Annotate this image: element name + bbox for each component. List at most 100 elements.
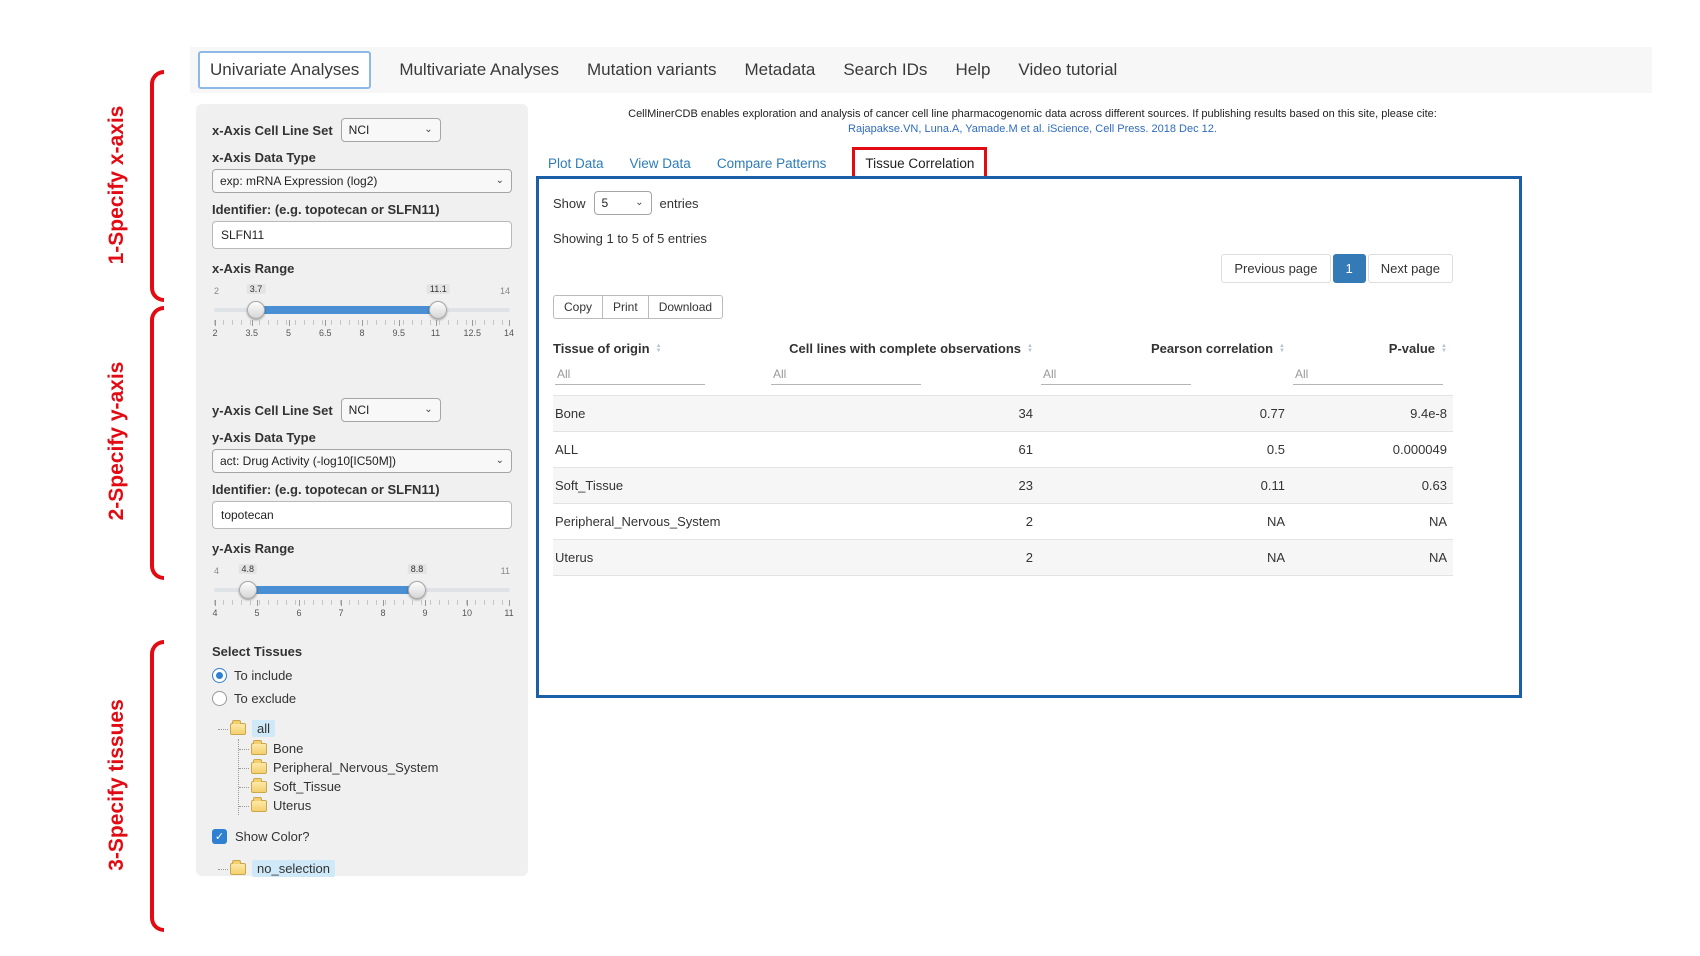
entries-select[interactable]: 5 ⌄ (594, 191, 652, 215)
x-axis-range-slider: 2 14 3.7 11.1 2 3.5 5 6.5 8 9.5 11 12.5 … (214, 284, 510, 346)
sort-icon[interactable]: ▲▼ (656, 344, 662, 354)
x-cell-line-set-select[interactable]: NCI ⌄ (341, 118, 441, 142)
cell-pvalue: 0.63 (1291, 478, 1453, 493)
tab-compare-patterns[interactable]: Compare Patterns (717, 156, 827, 171)
x-cell-line-set-label: x-Axis Cell Line Set (212, 123, 333, 138)
nav-tab-search-ids[interactable]: Search IDs (843, 60, 927, 80)
table-row[interactable]: Bone 34 0.77 9.4e-8 (553, 395, 1453, 431)
x-axis-tick: 8 (349, 328, 375, 338)
cell-count: 61 (769, 442, 1039, 457)
column-header-tissue[interactable]: Tissue of origin ▲▼ (553, 341, 769, 356)
entries-label: entries (660, 196, 699, 211)
copy-button[interactable]: Copy (553, 295, 603, 319)
table-row[interactable]: Uterus 2 NA NA (553, 539, 1453, 575)
show-color-checkbox-row[interactable]: ✓ Show Color? (212, 829, 512, 844)
to-exclude-radio[interactable]: To exclude (212, 691, 512, 706)
tree-node-label: Soft_Tissue (273, 779, 341, 794)
x-identifier-input[interactable] (212, 221, 512, 249)
previous-page-button[interactable]: Previous page (1221, 254, 1330, 283)
tree-node-no-selection[interactable]: no_selection (218, 858, 512, 879)
x-slider-bar[interactable] (256, 306, 438, 314)
table-filter-row (553, 362, 1453, 395)
download-button[interactable]: Download (648, 295, 723, 319)
next-page-button[interactable]: Next page (1368, 254, 1453, 283)
cell-pvalue: 0.000049 (1291, 442, 1453, 457)
x-slider-handle-high[interactable] (429, 301, 447, 319)
tree-node-uterus[interactable]: Uterus (239, 796, 512, 815)
nav-tab-video-tutorial[interactable]: Video tutorial (1018, 60, 1117, 80)
nav-tab-univariate-analyses[interactable]: Univariate Analyses (198, 51, 371, 89)
filter-input-tissue[interactable] (555, 364, 705, 385)
filter-input-pearson[interactable] (1041, 364, 1191, 385)
tree-node-bone[interactable]: Bone (239, 739, 512, 758)
tissue-tree: all Bone Peripheral_Nervous_System Soft_… (218, 718, 512, 815)
annotation-step1: 1-Specify x-axis (105, 65, 129, 305)
column-header-label: P-value (1389, 341, 1435, 356)
cell-tissue: Peripheral_Nervous_System (553, 514, 769, 529)
x-slider-handle-low[interactable] (247, 301, 265, 319)
y-data-type-select[interactable]: act: Drug Activity (-log10[IC50M]) ⌄ (212, 449, 512, 473)
table-row[interactable]: Peripheral_Nervous_System 2 NA NA (553, 503, 1453, 539)
nav-tab-multivariate-analyses[interactable]: Multivariate Analyses (399, 60, 559, 80)
sort-icon[interactable]: ▲▼ (1027, 344, 1033, 354)
y-identifier-input[interactable] (212, 501, 512, 529)
select-tissues-title: Select Tissues (212, 644, 512, 659)
chevron-down-icon: ⌄ (496, 176, 504, 186)
tree-node-peripheral-nervous-system[interactable]: Peripheral_Nervous_System (239, 758, 512, 777)
y-slider-handle-low[interactable] (239, 581, 257, 599)
y-cell-line-set-select[interactable]: NCI ⌄ (341, 398, 441, 422)
sort-icon[interactable]: ▲▼ (1441, 344, 1447, 354)
filter-input-pvalue[interactable] (1293, 364, 1443, 385)
x-range-min-label: 2 (214, 286, 219, 296)
show-color-label: Show Color? (235, 829, 309, 844)
x-data-type-select[interactable]: exp: mRNA Expression (log2) ⌄ (212, 169, 512, 193)
y-range-min-label: 4 (214, 566, 219, 576)
page-number-button[interactable]: 1 (1333, 254, 1366, 283)
show-label: Show (553, 196, 586, 211)
x-slider-ticks: 2 3.5 5 6.5 8 9.5 11 12.5 14 (202, 328, 522, 338)
nav-tab-help[interactable]: Help (955, 60, 990, 80)
sort-icon[interactable]: ▲▼ (1279, 344, 1285, 354)
y-data-type-label: y-Axis Data Type (212, 430, 512, 445)
table-row[interactable]: Soft_Tissue 23 0.11 0.63 (553, 467, 1453, 503)
sidebar-controls: x-Axis Cell Line Set NCI ⌄ x-Axis Data T… (196, 104, 528, 876)
cell-pearson: NA (1039, 550, 1291, 565)
tab-plot-data[interactable]: Plot Data (548, 156, 604, 171)
y-range-low-value: 4.8 (238, 564, 257, 574)
y-axis-tick: 5 (244, 608, 270, 618)
tree-node-all-label: all (252, 720, 275, 737)
y-cell-line-set-value: NCI (349, 403, 370, 417)
cell-count: 2 (769, 550, 1039, 565)
column-header-cell-lines[interactable]: Cell lines with complete observations ▲▼ (769, 341, 1039, 356)
chevron-down-icon: ⌄ (424, 405, 432, 415)
x-data-type-label: x-Axis Data Type (212, 150, 512, 165)
y-identifier-label: Identifier: (e.g. topotecan or SLFN11) (212, 482, 512, 497)
cell-pearson: 0.5 (1039, 442, 1291, 457)
table-header-row: Tissue of origin ▲▼ Cell lines with comp… (553, 335, 1453, 362)
column-header-pearson[interactable]: Pearson correlation ▲▼ (1039, 341, 1291, 356)
tree-node-all[interactable]: all (218, 718, 512, 739)
tree-node-soft-tissue[interactable]: Soft_Tissue (239, 777, 512, 796)
y-slider-handle-high[interactable] (408, 581, 426, 599)
y-axis-range-slider: 4 11 4.8 8.8 4 5 6 7 8 9 10 11 (214, 564, 510, 626)
column-header-label: Cell lines with complete observations (789, 341, 1021, 356)
y-range-high-value: 8.8 (408, 564, 427, 574)
tree-node-label: Bone (273, 741, 303, 756)
x-range-max-label: 14 (500, 286, 510, 296)
to-exclude-label: To exclude (234, 691, 296, 706)
y-slider-bar[interactable] (248, 586, 417, 594)
y-axis-tick: 7 (328, 608, 354, 618)
x-data-type-value: exp: mRNA Expression (log2) (220, 174, 377, 188)
column-header-pvalue[interactable]: P-value ▲▼ (1291, 341, 1453, 356)
tab-view-data[interactable]: View Data (630, 156, 691, 171)
y-slider-ruler (214, 600, 510, 605)
nav-tab-mutation-variants[interactable]: Mutation variants (587, 60, 716, 80)
print-button[interactable]: Print (602, 295, 649, 319)
annotation-bracket-2 (150, 306, 164, 580)
nav-tab-metadata[interactable]: Metadata (744, 60, 815, 80)
cell-pearson: 0.77 (1039, 406, 1291, 421)
citation-reference-link[interactable]: Rajapakse.VN, Luna.A, Yamade.M et al. iS… (545, 123, 1520, 135)
to-include-radio[interactable]: To include (212, 668, 512, 683)
table-row[interactable]: ALL 61 0.5 0.000049 (553, 431, 1453, 467)
filter-input-cell-lines[interactable] (771, 364, 921, 385)
